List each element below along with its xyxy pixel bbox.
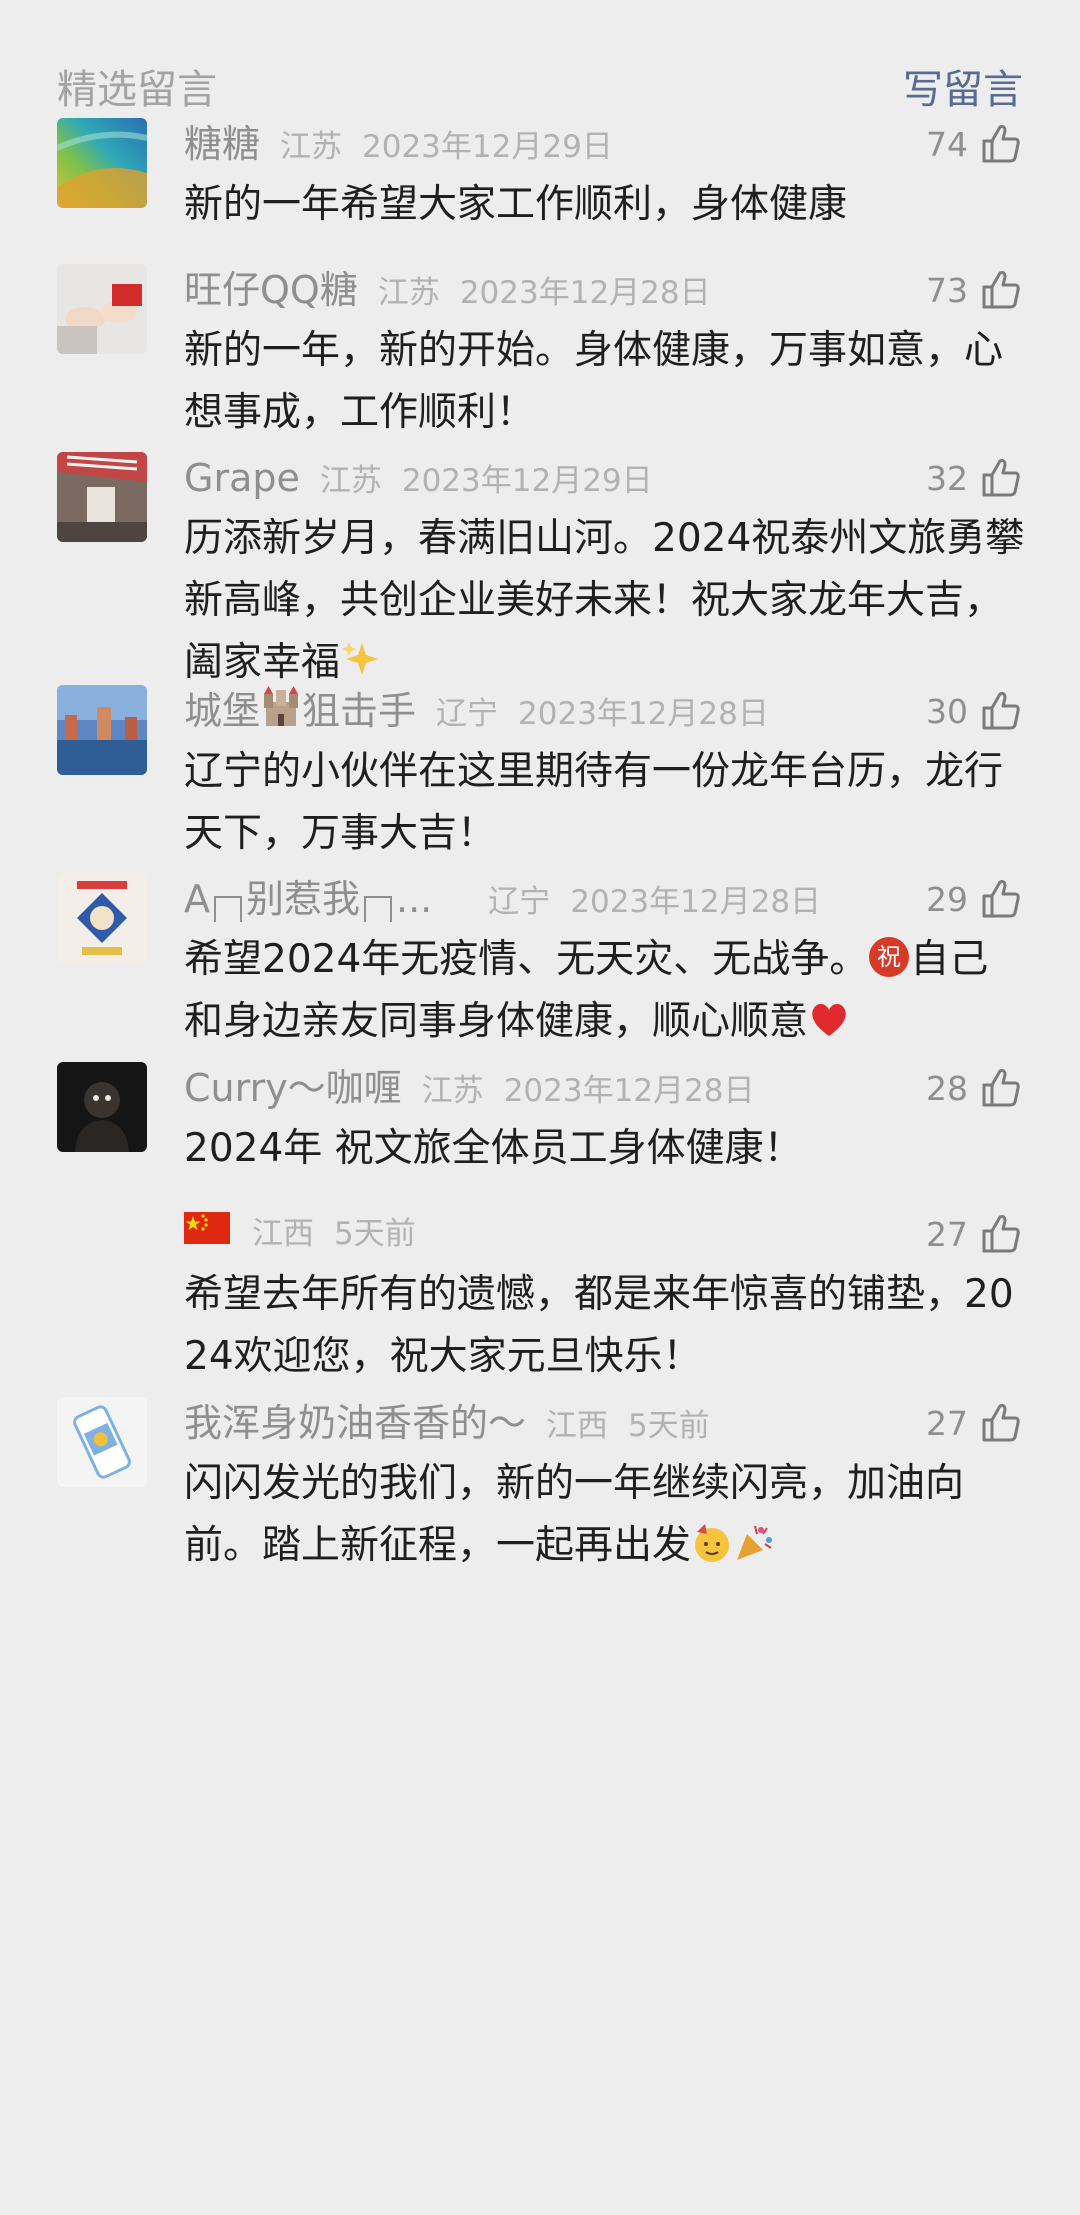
like-count: 27 bbox=[926, 1214, 968, 1254]
nickname[interactable]: 我浑身奶油香香的～ bbox=[184, 1397, 526, 1449]
like-button[interactable]: 27 bbox=[926, 1397, 1024, 1449]
nickname-part: 别惹我 bbox=[246, 877, 361, 921]
avatar[interactable] bbox=[57, 873, 147, 963]
comment-meta: Curry～咖喱 江苏 2023年12月28日 bbox=[184, 1062, 754, 1114]
comment-meta: 旺仔QQ糖 江苏 2023年12月28日 bbox=[184, 264, 711, 316]
like-count: 73 bbox=[926, 270, 968, 310]
comment-meta: 我浑身奶油香香的～ 江西 5天前 bbox=[184, 1397, 710, 1449]
thumbs-up-icon bbox=[982, 1404, 1020, 1442]
comment-text: 辽宁的小伙伴在这里期待有一份龙年台历，龙行天下，万事大吉！ bbox=[184, 749, 1004, 856]
avatar[interactable] bbox=[57, 264, 147, 354]
nickname[interactable]: Curry～咖喱 bbox=[184, 1062, 402, 1114]
nickname-part: 城堡 bbox=[184, 689, 261, 733]
like-button[interactable]: 73 bbox=[926, 264, 1024, 316]
thumbs-up-icon bbox=[982, 1069, 1020, 1107]
location: 江苏 bbox=[377, 275, 440, 311]
nickname[interactable]: Grape bbox=[184, 452, 300, 504]
avatar[interactable] bbox=[57, 1397, 147, 1487]
comments-page: 精选留言 写留言 糖糖 江苏 2023年12月29日 74 新的一年希望大家工作… bbox=[0, 0, 1080, 2215]
nickname[interactable]: 旺仔QQ糖 bbox=[184, 264, 358, 316]
avatar[interactable] bbox=[57, 452, 147, 542]
like-count: 27 bbox=[926, 1403, 968, 1443]
like-button[interactable]: 27 bbox=[926, 1208, 1024, 1260]
location: 江苏 bbox=[280, 129, 343, 165]
location: 江西 bbox=[252, 1216, 314, 1252]
nickname-part: A bbox=[184, 877, 210, 921]
comment-meta: 城堡 狙击手 辽宁 2023年12月28日 bbox=[184, 685, 769, 737]
blessing-badge-icon: 祝 bbox=[868, 936, 910, 978]
like-count: 29 bbox=[926, 879, 968, 919]
partying-face-icon bbox=[691, 1522, 733, 1564]
thumbs-up-icon bbox=[982, 271, 1020, 309]
like-button[interactable]: 74 bbox=[926, 118, 1024, 170]
thumbs-up-icon bbox=[982, 459, 1020, 497]
comment-text-body: 闪闪发光的我们，新的一年继续闪亮，加油向前。踏上新征程，一起再出发 bbox=[184, 1461, 965, 1568]
date: 2023年12月29日 bbox=[362, 129, 613, 165]
nickname-ellipsis: ... bbox=[396, 877, 433, 921]
avatar[interactable] bbox=[57, 685, 147, 775]
nickname[interactable]: A 别惹我... bbox=[184, 873, 432, 925]
comment-meta: Grape 江苏 2023年12月29日 bbox=[184, 452, 653, 504]
comment-text: 2024年 祝文旅全体员工身体健康！ bbox=[184, 1126, 803, 1171]
sparkles-icon bbox=[340, 639, 382, 681]
like-count: 30 bbox=[926, 691, 968, 731]
like-button[interactable]: 29 bbox=[926, 873, 1024, 925]
write-comment-button[interactable]: 写留言 bbox=[903, 66, 1023, 114]
comment-text: 新的一年，新的开始。身体健康，万事如意，心想事成，工作顺利！ bbox=[184, 328, 1004, 435]
blessing-badge-text: 祝 bbox=[877, 943, 901, 971]
location: 江苏 bbox=[319, 463, 382, 499]
red-heart-icon bbox=[808, 998, 850, 1040]
china-flag-icon[interactable] bbox=[184, 1212, 230, 1244]
comment-meta: 糖糖 江苏 2023年12月29日 bbox=[184, 118, 613, 170]
date: 5天前 bbox=[628, 1408, 710, 1444]
date: 2023年12月28日 bbox=[570, 884, 822, 920]
location: 辽宁 bbox=[436, 696, 499, 732]
comment-meta: A 别惹我... 辽宁 2023年12月28日 bbox=[184, 873, 821, 925]
like-count: 32 bbox=[926, 458, 968, 498]
comment-text-body: 历添新岁月，春满旧山河。2024祝泰州文旅勇攀新高峰，共创企业美好未来！祝大家龙… bbox=[184, 516, 1025, 685]
thumbs-up-icon bbox=[982, 125, 1020, 163]
nickname[interactable]: 糖糖 bbox=[184, 118, 260, 170]
thumbs-up-icon bbox=[982, 692, 1020, 730]
comment-text-body: 希望2024年无疫情、无天灾、无战争。 bbox=[184, 937, 869, 982]
date: 2023年12月28日 bbox=[459, 275, 711, 311]
comment-meta: 江西 5天前 bbox=[184, 1208, 416, 1260]
like-button[interactable]: 32 bbox=[926, 452, 1024, 504]
comment-text: 闪闪发光的我们，新的一年继续闪亮，加油向前。踏上新征程，一起再出发 bbox=[184, 1453, 1026, 1577]
party-popper-icon bbox=[733, 1522, 775, 1564]
date: 5天前 bbox=[334, 1216, 416, 1252]
like-button[interactable]: 30 bbox=[926, 685, 1024, 737]
nickname[interactable]: 城堡 狙击手 bbox=[184, 685, 416, 737]
date: 2023年12月28日 bbox=[518, 696, 769, 732]
like-button[interactable]: 28 bbox=[926, 1062, 1024, 1114]
box-glyph bbox=[364, 896, 393, 922]
location: 辽宁 bbox=[488, 884, 551, 920]
avatar[interactable] bbox=[57, 118, 147, 208]
thumbs-up-icon bbox=[982, 1215, 1020, 1253]
comment-text: 希望2024年无疫情、无天灾、无战争。祝自己和身边亲友同事身体健康，顺心顺意 bbox=[184, 929, 1026, 1053]
thumbs-up-icon bbox=[982, 880, 1020, 918]
avatar[interactable] bbox=[57, 1062, 147, 1152]
location: 江西 bbox=[546, 1408, 609, 1444]
like-count: 74 bbox=[926, 124, 968, 164]
section-title: 精选留言 bbox=[57, 67, 217, 113]
comment-text: 历添新岁月，春满旧山河。2024祝泰州文旅勇攀新高峰，共创企业美好未来！祝大家龙… bbox=[184, 508, 1026, 694]
box-glyph bbox=[214, 896, 242, 922]
like-count: 28 bbox=[926, 1068, 968, 1108]
date: 2023年12月28日 bbox=[503, 1073, 755, 1109]
comment-text: 新的一年希望大家工作顺利，身体健康 bbox=[184, 182, 848, 227]
comment-text: 希望去年所有的遗憾，都是来年惊喜的铺垫，2024欢迎您，祝大家元旦快乐！ bbox=[184, 1272, 1014, 1379]
castle-icon bbox=[260, 686, 302, 728]
date: 2023年12月29日 bbox=[401, 463, 653, 499]
nickname-part: 狙击手 bbox=[302, 689, 417, 733]
location: 江苏 bbox=[421, 1073, 484, 1109]
